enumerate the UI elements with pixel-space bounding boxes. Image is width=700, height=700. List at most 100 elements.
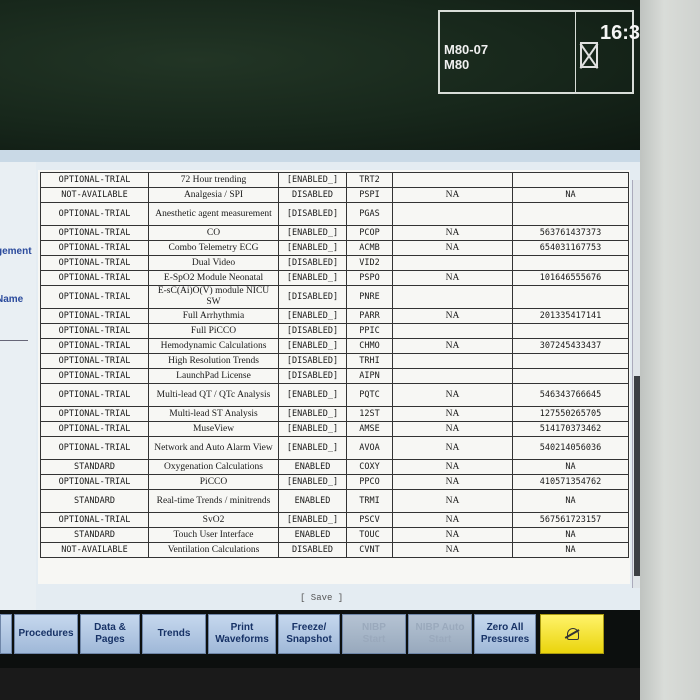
license-row[interactable]: OPTIONAL-TRIAL SvO2 [ENABLED_] PSCV NA 567561… xyxy=(40,512,629,528)
license-key-cell: 567561723157 xyxy=(512,512,629,528)
feature-cell: Touch User Interface xyxy=(148,527,279,543)
monitor-bezel xyxy=(640,0,700,700)
procedures-button[interactable]: Procedures xyxy=(14,614,78,654)
license-row[interactable]: OPTIONAL-TRIAL Network and Auto Alarm Vie… xyxy=(40,436,629,460)
license-row[interactable]: STANDARD Real-time Trends / minitrends ENA… xyxy=(40,489,629,513)
state-cell: DISABLED xyxy=(278,542,347,558)
na-cell xyxy=(392,368,513,384)
dialog-title-bar xyxy=(0,150,652,162)
license-key-cell: NA xyxy=(512,459,629,475)
status-cell: OPTIONAL-TRIAL xyxy=(40,255,149,271)
license-key-cell xyxy=(512,255,629,271)
license-key-cell: NA xyxy=(512,542,629,558)
status-cell: OPTIONAL-TRIAL xyxy=(40,285,149,309)
nibp-auto-start-label: NIBP Auto Start xyxy=(416,622,465,646)
zero-all-pressures-button[interactable]: Zero All Pressures xyxy=(474,614,536,654)
status-cell: NOT-AVAILABLE xyxy=(40,542,149,558)
status-cell: OPTIONAL-TRIAL xyxy=(40,421,149,437)
state-cell: [ENABLED_] xyxy=(278,240,347,256)
license-row[interactable]: NOT-AVAILABLE Ventilation Calculations DIS… xyxy=(40,542,629,558)
code-cell: PPCO xyxy=(346,474,393,490)
license-row[interactable]: OPTIONAL-TRIAL E-sC(Ai)O(V) module NICU S… xyxy=(40,285,629,309)
state-cell: [ENABLED_] xyxy=(278,421,347,437)
code-cell: PSCV xyxy=(346,512,393,528)
feature-cell: 72 Hour trending xyxy=(148,172,279,188)
na-cell xyxy=(392,202,513,226)
license-row[interactable]: OPTIONAL-TRIAL E-SpO2 Module Neonatal [ENA… xyxy=(40,270,629,286)
na-cell: NA xyxy=(392,308,513,324)
license-row[interactable]: STANDARD Touch User Interface ENABLED TOUC N… xyxy=(40,527,629,543)
save-button[interactable]: [ Save ] xyxy=(300,593,343,603)
license-key-cell: 410571354762 xyxy=(512,474,629,490)
license-key-cell xyxy=(512,172,629,188)
license-row[interactable]: OPTIONAL-TRIAL LaunchPad License [DISABLED… xyxy=(40,368,629,384)
no-battery-icon xyxy=(580,42,598,68)
print-waveforms-button[interactable]: Print Waveforms xyxy=(208,614,276,654)
license-row[interactable]: OPTIONAL-TRIAL Anesthetic agent measureme… xyxy=(40,202,629,226)
na-cell xyxy=(392,255,513,271)
feature-cell: Full Arrhythmia xyxy=(148,308,279,324)
code-cell: 12ST xyxy=(346,406,393,422)
license-key-cell: 514170373462 xyxy=(512,421,629,437)
zero-label-line1: Zero All xyxy=(486,622,524,633)
license-row[interactable]: OPTIONAL-TRIAL 72 Hour trending [ENABLED_]… xyxy=(40,172,629,188)
license-row[interactable]: NOT-AVAILABLE Analgesia / SPI DISABLED PSPI… xyxy=(40,187,629,203)
license-key-cell xyxy=(512,368,629,384)
state-cell: [DISABLED] xyxy=(278,255,347,271)
license-row[interactable]: OPTIONAL-TRIAL High Resolution Trends [DIS… xyxy=(40,353,629,369)
code-cell: PQTC xyxy=(346,383,393,407)
license-row[interactable]: OPTIONAL-TRIAL PiCCO [ENABLED_] PPCO NA 41057… xyxy=(40,474,629,490)
feature-cell: Ventilation Calculations xyxy=(148,542,279,558)
license-key-cell: 546343766645 xyxy=(512,383,629,407)
na-cell: NA xyxy=(392,527,513,543)
bed-label-main: M80-07 xyxy=(444,42,489,57)
status-cell: OPTIONAL-TRIAL xyxy=(40,338,149,354)
bell-silence-icon xyxy=(564,627,580,641)
license-row[interactable]: OPTIONAL-TRIAL Hemodynamic Calculations [E… xyxy=(40,338,629,354)
nibp-auto-label-line2: Start xyxy=(428,634,452,645)
license-key-cell: 654031167753 xyxy=(512,240,629,256)
feature-cell: Multi-lead ST Analysis xyxy=(148,406,279,422)
status-cell: OPTIONAL-TRIAL xyxy=(40,368,149,384)
license-key-cell: 201335417141 xyxy=(512,308,629,324)
code-cell: TRT2 xyxy=(346,172,393,188)
license-row[interactable]: OPTIONAL-TRIAL Dual Video [DISABLED] VID2 xyxy=(40,255,629,271)
license-row[interactable]: OPTIONAL-TRIAL Full PiCCO [DISABLED] PPIC xyxy=(40,323,629,339)
license-row[interactable]: OPTIONAL-TRIAL Full Arrhythmia [ENABLED_] P… xyxy=(40,308,629,324)
state-cell: [ENABLED_] xyxy=(278,436,347,460)
license-row[interactable]: OPTIONAL-TRIAL MuseView [ENABLED_] AMSE NA 51… xyxy=(40,421,629,437)
na-cell xyxy=(392,172,513,188)
license-row[interactable]: OPTIONAL-TRIAL Multi-lead ST Analysis [ENA… xyxy=(40,406,629,422)
license-key-cell: 563761437373 xyxy=(512,225,629,241)
monitor-frame: M80-07 M80 16:32 gement Name xyxy=(0,0,700,700)
zero-all-pressures-label: Zero All Pressures xyxy=(481,622,529,646)
na-cell: NA xyxy=(392,542,513,558)
license-row[interactable]: OPTIONAL-TRIAL Multi-lead QT / QTc Analys… xyxy=(40,383,629,407)
monitor-screen: M80-07 M80 16:32 gement Name xyxy=(0,0,652,668)
nibp-auto-start-button[interactable]: NIBP Auto Start xyxy=(408,614,472,654)
na-cell: NA xyxy=(392,489,513,513)
feature-cell: Full PiCCO xyxy=(148,323,279,339)
state-cell: [DISABLED] xyxy=(278,202,347,226)
bed-info-box[interactable]: M80-07 M80 16:32 xyxy=(438,10,651,94)
procedures-label: Procedures xyxy=(18,628,74,639)
print-label-line2: Waveforms xyxy=(215,634,269,645)
license-row[interactable]: OPTIONAL-TRIAL Combo Telemetry ECG [ENABLE… xyxy=(40,240,629,256)
alarm-silence-button[interactable] xyxy=(540,614,604,654)
status-cell: OPTIONAL-TRIAL xyxy=(40,172,149,188)
left-label-name[interactable]: Name xyxy=(0,294,23,305)
code-cell: VID2 xyxy=(346,255,393,271)
license-row[interactable]: STANDARD Oxygenation Calculations ENABLED C… xyxy=(40,459,629,475)
state-cell: [ENABLED_] xyxy=(278,308,347,324)
freeze-snapshot-button[interactable]: Freeze/Snapshot xyxy=(278,614,340,654)
softkey-partial[interactable] xyxy=(0,614,12,654)
trends-button[interactable]: Trends xyxy=(142,614,206,654)
state-cell: [DISABLED] xyxy=(278,368,347,384)
license-row[interactable]: OPTIONAL-TRIAL CO [ENABLED_] PCOP NA 56376143… xyxy=(40,225,629,241)
data-pages-button[interactable]: Data & Pages xyxy=(80,614,140,654)
state-cell: ENABLED xyxy=(278,459,347,475)
code-cell: TOUC xyxy=(346,527,393,543)
na-cell xyxy=(392,323,513,339)
left-label-management[interactable]: gement xyxy=(0,246,32,257)
nibp-start-button[interactable]: NIBP Start xyxy=(342,614,406,654)
